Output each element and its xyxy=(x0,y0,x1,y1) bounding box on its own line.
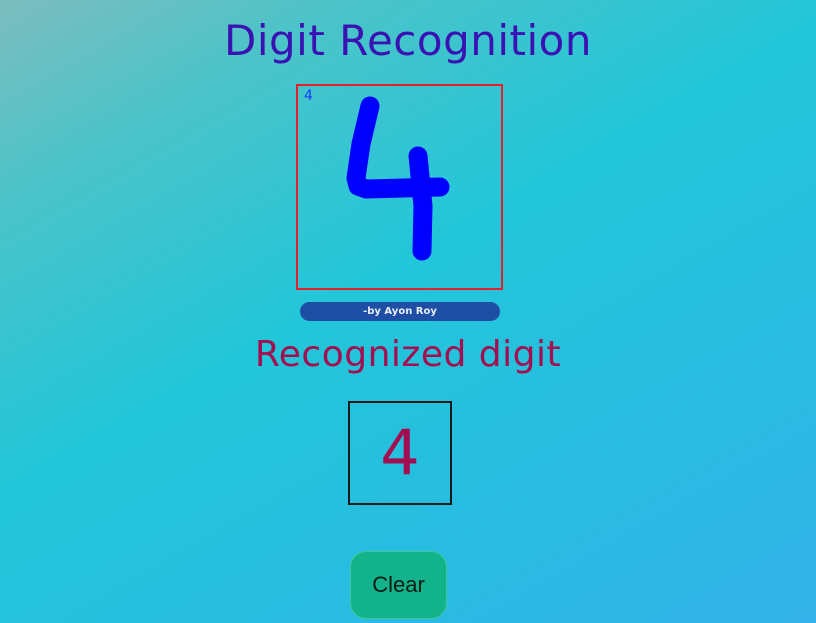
canvas-preview-label: 4 xyxy=(304,88,313,104)
author-credit: -by Ayon Roy xyxy=(300,302,500,321)
drawing-canvas[interactable]: 4 xyxy=(296,84,503,290)
recognized-digit: 4 xyxy=(380,416,420,489)
clear-button[interactable]: Clear xyxy=(350,551,447,619)
result-heading: Recognized digit xyxy=(254,334,562,375)
handwritten-stroke xyxy=(346,96,450,261)
recognized-digit-box: 4 xyxy=(348,401,452,505)
page-title: Digit Recognition xyxy=(224,16,592,65)
